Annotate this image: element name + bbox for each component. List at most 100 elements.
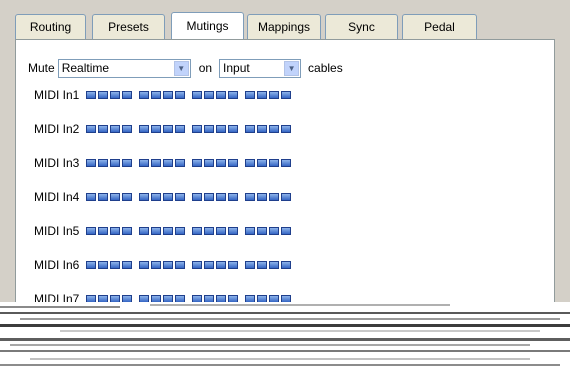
channel-mute-toggle[interactable] xyxy=(257,261,267,269)
channel-mute-toggle[interactable] xyxy=(151,227,161,235)
channel-mute-toggle[interactable] xyxy=(216,193,226,201)
tab-routing[interactable]: Routing xyxy=(15,14,86,39)
channel-mute-toggle[interactable] xyxy=(204,193,214,201)
channel-mute-toggle[interactable] xyxy=(192,159,202,167)
channel-mute-toggle[interactable] xyxy=(216,227,226,235)
mute-type-select[interactable]: Realtime ▼ xyxy=(57,58,191,78)
channel-mute-toggle[interactable] xyxy=(204,159,214,167)
channel-mute-toggle[interactable] xyxy=(245,91,255,99)
channel-mute-toggle[interactable] xyxy=(269,261,279,269)
channel-mute-toggle[interactable] xyxy=(228,261,238,269)
channel-mute-toggle[interactable] xyxy=(86,261,96,269)
channel-mute-toggle[interactable] xyxy=(98,193,108,201)
channel-mute-toggle[interactable] xyxy=(139,125,149,133)
channel-mute-toggle[interactable] xyxy=(228,91,238,99)
channel-mute-toggle[interactable] xyxy=(122,261,132,269)
channel-mute-toggle[interactable] xyxy=(245,261,255,269)
channel-mute-toggle[interactable] xyxy=(163,125,173,133)
channel-mute-toggle[interactable] xyxy=(163,261,173,269)
cable-direction-select[interactable]: Input ▼ xyxy=(219,58,302,78)
channel-mute-toggle[interactable] xyxy=(139,193,149,201)
channel-mute-toggle[interactable] xyxy=(216,125,226,133)
channel-mute-toggle[interactable] xyxy=(98,227,108,235)
channel-mute-toggle[interactable] xyxy=(110,125,120,133)
channel-mute-toggle[interactable] xyxy=(163,159,173,167)
channel-mute-toggle[interactable] xyxy=(192,261,202,269)
channel-mute-toggle[interactable] xyxy=(257,227,267,235)
channel-mute-toggle[interactable] xyxy=(228,159,238,167)
channel-mute-toggle[interactable] xyxy=(139,159,149,167)
channel-mute-toggle[interactable] xyxy=(151,261,161,269)
channel-mute-toggle[interactable] xyxy=(122,125,132,133)
channel-mute-toggle[interactable] xyxy=(228,193,238,201)
channel-mute-toggle[interactable] xyxy=(110,193,120,201)
channel-mute-toggle[interactable] xyxy=(269,91,279,99)
channel-mute-toggle[interactable] xyxy=(86,159,96,167)
channel-mute-toggle[interactable] xyxy=(175,125,185,133)
channel-mute-toggle[interactable] xyxy=(98,91,108,99)
channel-mute-toggle[interactable] xyxy=(98,125,108,133)
channel-mute-toggle[interactable] xyxy=(122,193,132,201)
channel-mute-toggle[interactable] xyxy=(281,193,291,201)
channel-mute-toggle[interactable] xyxy=(175,159,185,167)
channel-mute-toggle[interactable] xyxy=(86,227,96,235)
channel-mute-toggle[interactable] xyxy=(175,227,185,235)
channel-mute-toggle[interactable] xyxy=(86,193,96,201)
channel-mute-toggle[interactable] xyxy=(163,91,173,99)
channel-mute-toggle[interactable] xyxy=(245,159,255,167)
channel-mute-toggle[interactable] xyxy=(110,261,120,269)
channel-mute-toggle[interactable] xyxy=(192,91,202,99)
tab-mutings[interactable]: Mutings xyxy=(171,12,244,39)
channel-mute-toggle[interactable] xyxy=(257,159,267,167)
channel-mute-toggle[interactable] xyxy=(139,227,149,235)
channel-mute-toggle[interactable] xyxy=(110,91,120,99)
channel-mute-toggle[interactable] xyxy=(151,193,161,201)
channel-mute-toggle[interactable] xyxy=(98,261,108,269)
channel-mute-toggle[interactable] xyxy=(86,125,96,133)
channel-mute-toggle[interactable] xyxy=(228,227,238,235)
chevron-down-icon[interactable]: ▼ xyxy=(284,60,300,76)
channel-mute-toggle[interactable] xyxy=(163,227,173,235)
channel-mute-toggle[interactable] xyxy=(192,125,202,133)
tab-presets[interactable]: Presets xyxy=(92,14,165,39)
channel-mute-toggle[interactable] xyxy=(86,91,96,99)
channel-mute-toggle[interactable] xyxy=(269,227,279,235)
channel-mute-toggle[interactable] xyxy=(228,125,238,133)
channel-mute-toggle[interactable] xyxy=(245,227,255,235)
channel-mute-toggle[interactable] xyxy=(281,261,291,269)
channel-mute-toggle[interactable] xyxy=(281,91,291,99)
channel-mute-toggle[interactable] xyxy=(110,227,120,235)
channel-mute-toggle[interactable] xyxy=(98,159,108,167)
channel-mute-toggle[interactable] xyxy=(151,91,161,99)
channel-mute-toggle[interactable] xyxy=(216,91,226,99)
channel-mute-toggle[interactable] xyxy=(139,91,149,99)
channel-mute-toggle[interactable] xyxy=(175,261,185,269)
channel-mute-toggle[interactable] xyxy=(151,125,161,133)
channel-mute-toggle[interactable] xyxy=(175,91,185,99)
channel-mute-toggle[interactable] xyxy=(204,125,214,133)
channel-mute-toggle[interactable] xyxy=(122,159,132,167)
channel-mute-toggle[interactable] xyxy=(110,159,120,167)
channel-mute-toggle[interactable] xyxy=(281,159,291,167)
channel-mute-toggle[interactable] xyxy=(216,261,226,269)
channel-mute-toggle[interactable] xyxy=(245,125,255,133)
channel-mute-toggle[interactable] xyxy=(216,159,226,167)
channel-mute-toggle[interactable] xyxy=(139,261,149,269)
channel-mute-toggle[interactable] xyxy=(257,125,267,133)
channel-mute-toggle[interactable] xyxy=(257,91,267,99)
channel-mute-toggle[interactable] xyxy=(269,159,279,167)
channel-mute-toggle[interactable] xyxy=(192,193,202,201)
channel-mute-toggle[interactable] xyxy=(151,159,161,167)
tab-mappings[interactable]: Mappings xyxy=(247,14,321,39)
tab-pedal[interactable]: Pedal xyxy=(402,14,477,39)
channel-mute-toggle[interactable] xyxy=(281,125,291,133)
channel-mute-toggle[interactable] xyxy=(269,125,279,133)
channel-mute-toggle[interactable] xyxy=(122,91,132,99)
channel-mute-toggle[interactable] xyxy=(204,91,214,99)
channel-mute-toggle[interactable] xyxy=(192,227,202,235)
channel-mute-toggle[interactable] xyxy=(245,193,255,201)
chevron-down-icon[interactable]: ▼ xyxy=(173,60,189,76)
channel-mute-toggle[interactable] xyxy=(122,227,132,235)
channel-mute-toggle[interactable] xyxy=(175,193,185,201)
tab-sync[interactable]: Sync xyxy=(325,14,398,39)
